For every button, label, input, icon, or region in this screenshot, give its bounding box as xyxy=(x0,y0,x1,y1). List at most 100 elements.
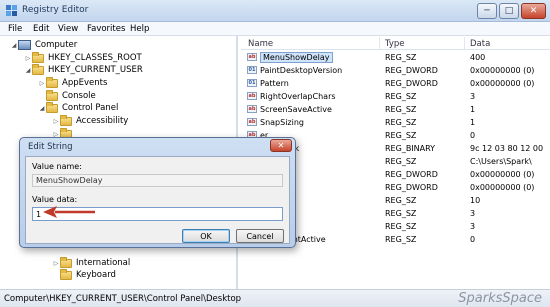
status-path: Computer\HKEY_CURRENT_USER\Control Panel… xyxy=(4,294,242,304)
value-type: REG_DWORD xyxy=(385,66,438,75)
annotation-arrow-icon xyxy=(43,206,95,218)
tree-node-hkcu[interactable]: ◢ HKEY_CURRENT_USER xyxy=(24,63,143,76)
value-row[interactable]: 01 Pattern REG_DWORD 0x00000000 (0) xyxy=(241,78,550,90)
value-type: REG_SZ xyxy=(385,157,417,166)
dialog-close-button[interactable]: ✕ xyxy=(270,139,292,152)
tree-node-accessibility[interactable]: ▷ Accessibility xyxy=(52,114,129,127)
value-row[interactable]: ab RightOverlapChars REG_SZ 3 xyxy=(241,91,550,103)
value-data: 1 xyxy=(470,118,476,127)
expand-arrow-icon[interactable]: ▷ xyxy=(38,80,46,87)
value-data: 3 xyxy=(470,222,476,231)
menu-help[interactable]: Help xyxy=(130,24,149,34)
menu-bar: File Edit View Favorites Help xyxy=(0,22,550,36)
folder-open-icon xyxy=(32,63,44,75)
window-title: Registry Editor xyxy=(22,5,89,15)
column-header: Name Type Data xyxy=(241,36,550,50)
folder-icon xyxy=(46,89,58,101)
maximize-button[interactable]: □ xyxy=(499,3,519,19)
computer-icon xyxy=(18,40,31,50)
tree-node-hkcr[interactable]: ▷ HKEY_CLASSES_ROOT xyxy=(24,51,142,64)
tree-node-label: International xyxy=(76,258,131,268)
value-data: 9c 12 03 80 12 00 xyxy=(470,144,544,153)
value-type: REG_SZ xyxy=(385,118,417,127)
menu-view[interactable]: View xyxy=(58,24,78,34)
value-name: ScreenSaveActive xyxy=(260,105,332,114)
tree-node-label: Computer xyxy=(35,40,78,50)
tree-node-label: Console xyxy=(62,91,96,101)
value-name: RightOverlapChars xyxy=(260,92,336,101)
value-type: REG_DWORD xyxy=(385,170,438,179)
folder-icon xyxy=(60,268,72,280)
close-button[interactable]: ✕ xyxy=(521,3,546,19)
close-icon: ✕ xyxy=(277,141,285,150)
value-name: MenuShowDelay xyxy=(260,52,333,63)
folder-icon xyxy=(32,51,44,63)
maximize-icon: □ xyxy=(504,6,514,16)
string-value-icon: ab xyxy=(247,118,257,126)
tree-node-label: HKEY_CLASSES_ROOT xyxy=(48,53,142,63)
string-value-icon: ab xyxy=(247,92,257,100)
value-row[interactable]: 01 PaintDesktopVersion REG_DWORD 0x00000000… xyxy=(241,65,550,77)
status-bar: Computer\HKEY_CURRENT_USER\Control Panel… xyxy=(0,289,550,307)
tree-node-console[interactable]: Console xyxy=(38,89,96,102)
value-data: 3 xyxy=(470,92,476,101)
collapse-arrow-icon[interactable]: ◢ xyxy=(24,67,32,74)
tree-node-label: Control Panel xyxy=(62,103,119,113)
tree-node-control-panel[interactable]: ◢ Control Panel xyxy=(38,101,119,114)
menu-file[interactable]: File xyxy=(8,24,22,34)
value-type: REG_SZ xyxy=(385,235,417,244)
column-type[interactable]: Type xyxy=(385,39,405,49)
value-data: 0x00000000 (0) xyxy=(470,170,535,179)
minimize-icon: ─ xyxy=(484,6,490,16)
value-type: REG_DWORD xyxy=(385,79,438,88)
menu-edit[interactable]: Edit xyxy=(33,24,49,34)
expand-arrow-icon[interactable]: ▷ xyxy=(24,55,32,62)
tree-node-label: Keyboard xyxy=(76,270,116,280)
value-data: 10 xyxy=(470,196,481,205)
value-data: 1 xyxy=(470,105,476,114)
value-name: SnapSizing xyxy=(260,118,304,127)
cancel-button[interactable]: Cancel xyxy=(236,229,284,243)
column-data[interactable]: Data xyxy=(470,39,490,49)
expand-arrow-icon[interactable]: ▷ xyxy=(52,118,60,125)
binary-value-icon: 01 xyxy=(247,79,257,87)
value-name-field: MenuShowDelay xyxy=(32,174,283,187)
folder-icon xyxy=(46,76,58,88)
value-row[interactable]: ab MenuShowDelay REG_SZ 400 xyxy=(241,52,550,64)
minimize-button[interactable]: ─ xyxy=(477,3,497,19)
tree-node-computer[interactable]: ◢ Computer xyxy=(10,39,77,51)
value-type: REG_SZ xyxy=(385,105,417,114)
value-data: 0x00000000 (0) xyxy=(470,79,535,88)
expand-arrow-icon[interactable]: ▷ xyxy=(52,260,60,267)
value-type: REG_DWORD xyxy=(385,183,438,192)
value-data: 400 xyxy=(470,53,486,62)
dialog-title: Edit String xyxy=(28,142,73,152)
column-name[interactable]: Name xyxy=(248,39,273,49)
value-row[interactable]: ab SnapSizing REG_SZ 1 xyxy=(241,117,550,129)
collapse-arrow-icon[interactable]: ◢ xyxy=(38,105,46,112)
tree-node-appevents[interactable]: ▷ AppEvents xyxy=(38,76,107,89)
close-icon: ✕ xyxy=(529,6,538,16)
folder-icon xyxy=(60,256,72,268)
value-data-label: Value data: xyxy=(32,195,78,204)
folder-open-icon xyxy=(46,101,58,113)
tree-node-label: HKEY_CURRENT_USER xyxy=(48,65,143,75)
value-type: REG_SZ xyxy=(385,222,417,231)
value-data: 0 xyxy=(470,235,476,244)
string-value-icon: ab xyxy=(247,53,257,61)
tree-node-label: Accessibility xyxy=(76,116,129,126)
value-data: 0 xyxy=(470,131,476,140)
value-type: REG_SZ xyxy=(385,209,417,218)
binary-value-icon: 01 xyxy=(247,66,257,74)
menu-favorites[interactable]: Favorites xyxy=(87,24,125,34)
value-data: 3 xyxy=(470,209,476,218)
tree-node-international[interactable]: ▷ International xyxy=(52,256,131,269)
tree-node-keyboard[interactable]: Keyboard xyxy=(52,268,116,281)
collapse-arrow-icon[interactable]: ◢ xyxy=(10,42,18,49)
ok-button[interactable]: OK xyxy=(182,229,230,243)
folder-icon xyxy=(60,114,72,126)
value-name: PaintDesktopVersion xyxy=(260,66,343,75)
value-row[interactable]: ab ScreenSaveActive REG_SZ 1 xyxy=(241,104,550,116)
value-type: REG_BINARY xyxy=(385,144,436,153)
value-name-label: Value name: xyxy=(32,162,82,171)
